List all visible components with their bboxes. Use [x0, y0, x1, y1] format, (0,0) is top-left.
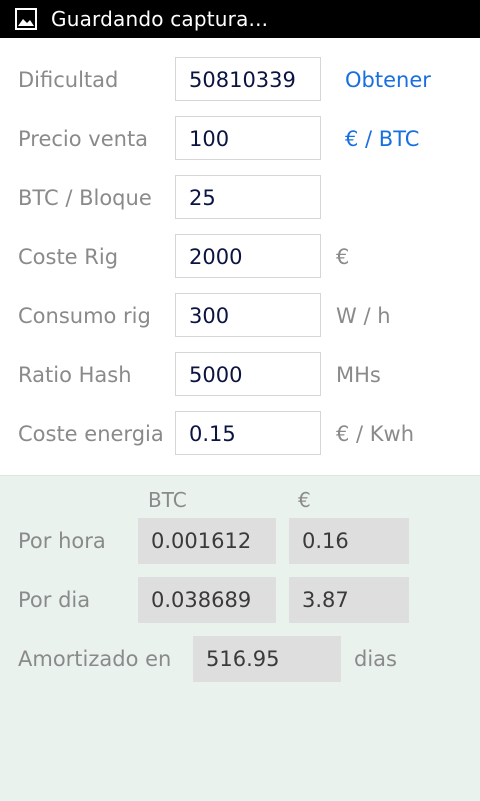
btc-column-header: BTC — [148, 488, 187, 512]
coste-energia-input[interactable]: 0.15 — [175, 411, 321, 455]
consumo-rig-input[interactable]: 300 — [175, 293, 321, 337]
row-coste-rig: Coste Rig 2000 € — [0, 234, 480, 293]
ratio-hash-label: Ratio Hash — [18, 363, 132, 387]
row-btc-bloque: BTC / Bloque 25 — [0, 175, 480, 234]
coste-rig-label: Coste Rig — [18, 245, 119, 269]
dificultad-input[interactable]: 50810339 — [175, 57, 321, 101]
row-precio-venta: Precio venta 100 € / BTC — [0, 116, 480, 175]
results-panel: BTC € Por hora 0.001612 0.16 Por dia 0.0… — [0, 475, 480, 801]
amortizado-value: 516.95 — [193, 636, 341, 682]
precio-venta-input[interactable]: 100 — [175, 116, 321, 160]
btc-bloque-label: BTC / Bloque — [18, 186, 152, 210]
status-bar-title: Guardando captura... — [51, 7, 269, 31]
ratio-hash-input[interactable]: 5000 — [175, 352, 321, 396]
por-dia-eur-value: 3.87 — [289, 577, 409, 623]
por-hora-btc-value: 0.001612 — [138, 518, 276, 564]
row-amortizado: Amortizado en 516.95 dias — [0, 636, 480, 684]
por-hora-eur-value: 0.16 — [289, 518, 409, 564]
btc-bloque-input[interactable]: 25 — [175, 175, 321, 219]
consumo-rig-unit: W / h — [336, 304, 391, 328]
row-coste-energia: Coste energia 0.15 € / Kwh — [0, 411, 480, 470]
dificultad-label: Dificultad — [18, 68, 119, 92]
image-icon — [15, 8, 37, 30]
coste-energia-label: Coste energia — [18, 422, 164, 446]
ratio-hash-unit: MHs — [336, 363, 381, 387]
por-dia-label: Por dia — [18, 588, 91, 612]
currency-unit-button[interactable]: € / BTC — [345, 116, 419, 162]
amortizado-label: Amortizado en — [18, 647, 172, 671]
row-dificultad: Dificultad 50810339 Obtener — [0, 57, 480, 116]
obtener-button[interactable]: Obtener — [345, 57, 431, 103]
row-por-hora: Por hora 0.001612 0.16 — [0, 518, 480, 566]
row-por-dia: Por dia 0.038689 3.87 — [0, 577, 480, 625]
coste-energia-unit: € / Kwh — [336, 422, 415, 446]
por-hora-label: Por hora — [18, 529, 106, 553]
precio-venta-label: Precio venta — [18, 127, 149, 151]
input-form: Dificultad 50810339 Obtener Precio venta… — [0, 38, 480, 475]
por-dia-btc-value: 0.038689 — [138, 577, 276, 623]
coste-rig-input[interactable]: 2000 — [175, 234, 321, 278]
row-consumo-rig: Consumo rig 300 W / h — [0, 293, 480, 352]
eur-column-header: € — [298, 488, 311, 512]
amortizado-unit: dias — [354, 647, 397, 671]
row-ratio-hash: Ratio Hash 5000 MHs — [0, 352, 480, 411]
consumo-rig-label: Consumo rig — [18, 304, 151, 328]
status-bar: Guardando captura... — [0, 0, 480, 38]
coste-rig-unit: € — [336, 245, 350, 269]
